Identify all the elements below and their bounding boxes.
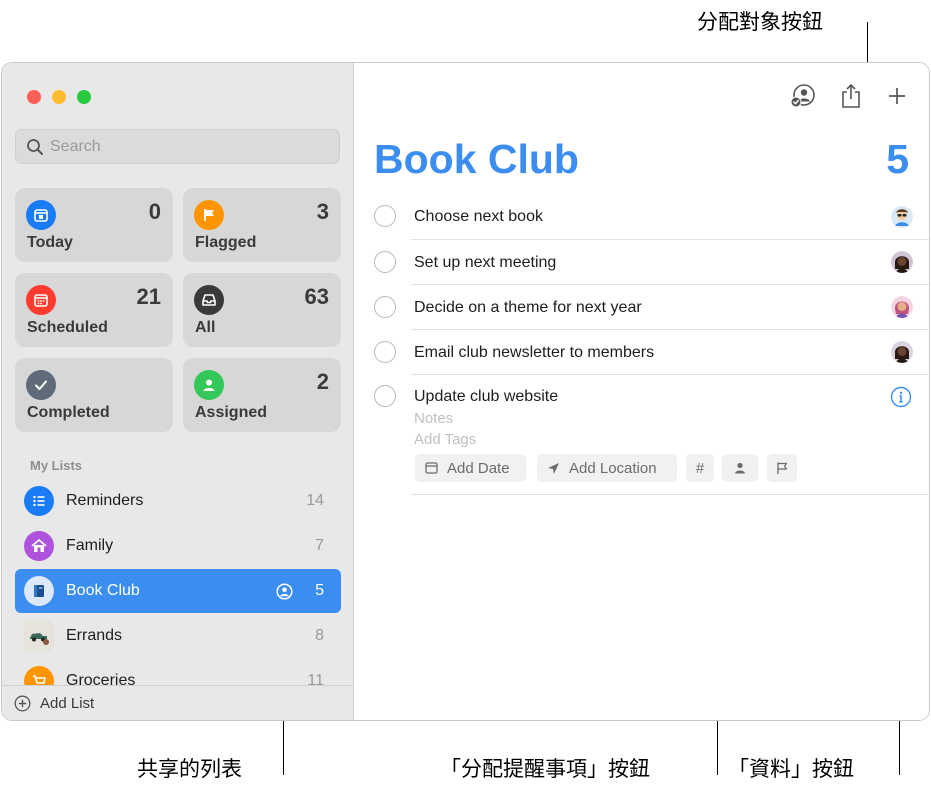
smart-list-assigned[interactable]: 2 Assigned [183,358,341,432]
list-name: Book Club [66,582,140,599]
list-count: 5 [315,582,324,599]
smart-list-all[interactable]: 63 All [183,273,341,347]
person-circle-check-icon [790,84,815,108]
complete-checkbox[interactable] [374,341,396,363]
share-button[interactable] [836,81,866,111]
complete-checkbox[interactable] [374,296,396,318]
zoom-window-button[interactable] [77,90,91,104]
smart-list-label: Assigned [195,404,268,421]
reminder-row[interactable]: Choose next book [354,194,929,240]
assignee-avatar[interactable] [891,296,913,318]
flag-icon [777,462,788,474]
list-name: Reminders [66,492,144,509]
list-count: 14 [306,492,324,509]
reminder-title[interactable]: Choose next book [414,208,543,226]
smart-list-today[interactable]: 0 Today [15,188,173,262]
smart-list-count: 3 [316,199,329,224]
close-window-button[interactable] [27,90,41,104]
complete-checkbox[interactable] [374,251,396,273]
assignee-avatar[interactable] [891,251,913,273]
list-count: 8 [315,627,324,644]
add-date-button[interactable]: Add Date [415,454,526,482]
smart-list-count: 63 [304,284,329,309]
new-reminder-button[interactable] [882,81,912,111]
list-total-count: 5 [886,136,909,182]
flag-button[interactable] [767,454,797,482]
house-icon [24,531,54,561]
reminder-row[interactable]: Decide on a theme for next year [354,285,929,330]
person-icon [194,370,224,400]
add-tag-button[interactable]: # [686,454,714,482]
car-icon [24,621,54,651]
info-icon[interactable] [890,386,912,408]
tray-icon [194,285,224,315]
plus-icon [889,88,905,104]
minimize-window-button[interactable] [52,90,66,104]
smart-list-count: 2 [316,369,329,394]
person-icon [735,462,745,474]
add-list-label: Add List [40,695,95,712]
checkmark-icon [26,370,56,400]
list-count: 7 [315,537,324,554]
list-item-book-club[interactable]: Book Club 5 [15,569,341,613]
assignee-avatar[interactable] [891,341,913,363]
reminder-title[interactable]: Email club newsletter to members [414,344,654,362]
list-item-errands[interactable]: Errands 8 [15,614,341,658]
assign-to-button[interactable] [788,81,818,111]
reminders-window: 0 Today 3 Flagged 21 Scheduled 63 All [1,62,930,721]
list-icon [24,486,54,516]
notes-field[interactable]: Notes [414,410,453,427]
calendar-icon [425,462,438,474]
list-title: Book Club [374,136,579,182]
reminder-title[interactable]: Decide on a theme for next year [414,299,642,317]
main-pane: Book Club 5 Choose next book Set up next… [354,63,929,720]
reminder-title[interactable]: Set up next meeting [414,254,556,272]
list-item-family[interactable]: Family 7 [15,524,341,568]
tags-field[interactable]: Add Tags [414,431,476,448]
reminder-row[interactable]: Email club newsletter to members [354,330,929,375]
share-icon [842,83,860,108]
list-item-reminders[interactable]: Reminders 14 [15,479,341,523]
smart-list-label: Completed [27,404,110,421]
smart-list-flagged[interactable]: 3 Flagged [183,188,341,262]
list-name: Errands [66,627,123,644]
callout-assign-button: 分配對象按鈕 [697,10,823,34]
reminder-title[interactable]: Update club website [414,388,558,406]
shared-list-icon [276,583,293,600]
assignee-avatar[interactable] [891,206,913,228]
smart-list-count: 0 [148,199,161,224]
add-location-button[interactable]: Add Location [537,454,677,482]
my-lists-header: My Lists [30,458,83,473]
flag-icon [194,200,224,230]
callout-assign-reminder-button: 「分配提醒事項」按鈕 [440,757,650,781]
calendar-icon [26,200,56,230]
book-icon [24,576,54,606]
smart-list-label: Scheduled [27,319,108,336]
search-field[interactable] [15,129,340,164]
assign-reminder-button[interactable] [722,454,758,482]
reminder-row[interactable]: Set up next meeting [354,240,929,285]
search-input[interactable] [50,135,330,159]
add-location-label: Add Location [569,459,657,477]
list-name: Family [66,537,114,554]
sidebar: 0 Today 3 Flagged 21 Scheduled 63 All [2,63,354,720]
smart-list-label: Flagged [195,234,257,251]
complete-checkbox[interactable] [374,385,396,407]
callout-shared-list: 共享的列表 [137,757,242,781]
callout-info-button: 「資料」按鈕 [728,757,854,781]
add-date-label: Add Date [447,459,510,477]
add-list-button[interactable]: Add List [2,685,353,720]
plus-circle-icon [14,695,31,712]
smart-list-count: 21 [136,284,161,309]
row-separator [411,494,929,495]
complete-checkbox[interactable] [374,205,396,227]
location-arrow-icon [548,463,559,474]
calendar-grid-icon [26,285,56,315]
smart-list-completed[interactable]: Completed [15,358,173,432]
hashtag-icon: # [695,459,705,477]
smart-list-scheduled[interactable]: 21 Scheduled [15,273,173,347]
smart-list-label: All [195,319,216,336]
search-icon [27,139,43,155]
smart-list-label: Today [27,234,73,251]
